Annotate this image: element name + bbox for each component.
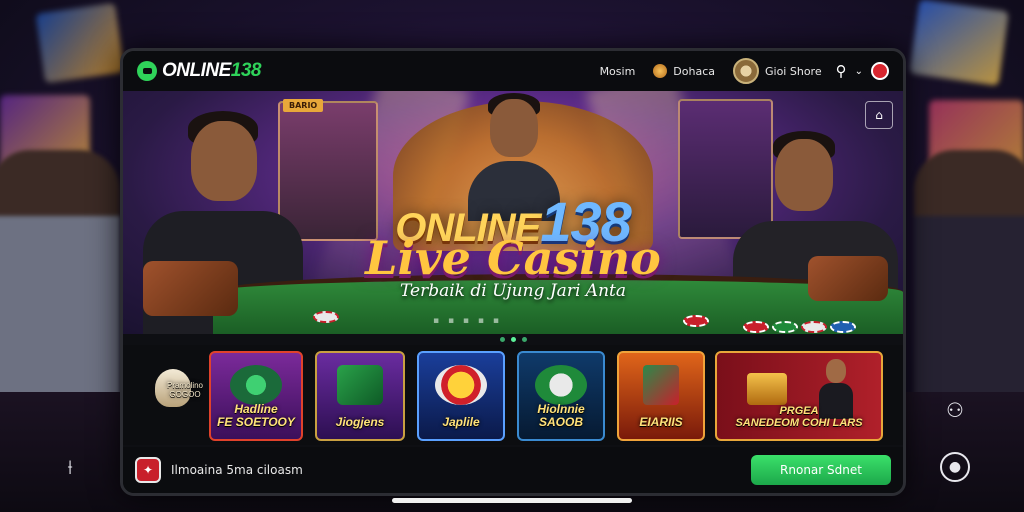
chip-stack [743,321,856,333]
nav-item-label: Gioi Shore [765,64,822,78]
share-icon[interactable]: ⚇ [940,395,970,425]
category-label: Japlile [442,414,480,429]
background-slot-screen [909,0,1009,86]
category-label: Hiolnnie SAOOB [537,401,585,429]
nav-item-mosim[interactable]: Mosim [600,65,636,78]
fullscreen-icon[interactable]: ⌂ [865,101,893,129]
search-icon[interactable]: ⚲ [836,62,847,80]
category-label: EIARIIS [639,414,683,429]
cards-icon [643,365,679,405]
home-indicator[interactable] [392,498,632,503]
nav-item-label: Dohaca [673,64,715,78]
category-tile[interactable]: Hadline FE SOETOOY [209,351,303,441]
category-tile[interactable]: Pramolino GOGOO [143,351,203,441]
hero-tagline: Terbaik di Ujung Jari Anta [400,281,626,301]
category-tile[interactable]: Jiogjens [315,351,405,441]
roulette-icon [230,365,282,405]
hero-banner[interactable]: ВАRIO ⌂ ▪ ▪ ▪ ▪ ▪ ONLINE138 Live Casino … [123,91,903,334]
cta-button[interactable]: Rnonar Sdnet [751,455,891,485]
coin-icon [653,64,668,78]
category-tile-featured[interactable]: PRGEA SANEDEOM COHI LARS [715,351,883,441]
promo-icon[interactable]: ✦ [135,457,161,483]
category-tile[interactable]: EIARIIS [617,351,705,441]
avatar-icon [733,58,759,84]
category-label: Hadline FE SOETOOY [217,401,295,429]
brand-name: ONLINE138 [162,60,261,81]
category-label: Jiogjens [335,414,385,429]
nav-item-label: Mosim [599,64,636,78]
chip-stack [313,311,339,323]
carousel-dots [123,337,903,342]
chip-icon [435,365,487,405]
app-window: ONLINE138 Mosim Dohaca Gioi Shore ⚲ ⌄ ВА… [120,48,906,496]
category-label: PRGEA SANEDEOM COHI LARS [735,404,863,429]
bottom-bar: ✦ Ilmoaina 5ma ciloasm Rnonar Sdnet [123,447,903,493]
carousel-dot[interactable] [499,337,505,342]
nav-item-dohaca[interactable]: Dohaca [653,64,715,78]
user-circle-icon[interactable]: ● [940,452,970,482]
card-table-icon [337,365,383,405]
table-marking: ▪ ▪ ▪ ▪ ▪ [433,316,502,326]
background-slot-screen [35,2,125,84]
chevron-down-icon[interactable]: ⌄ [855,66,863,77]
category-label: Pramolino GOGOO [166,381,203,399]
notification-icon[interactable] [871,62,889,80]
chip-stack [683,315,709,327]
category-tile[interactable]: Hiolnnie SAOOB [517,351,605,441]
game-categories: Pramolino GOGOO Hadline FE SOETOOY Jiogj… [123,345,903,445]
top-bar: ONLINE138 Mosim Dohaca Gioi Shore ⚲ ⌄ [123,51,903,91]
crown-chest-icon [747,373,787,405]
category-tile[interactable]: Japlile [417,351,505,441]
poker-chips-icon [535,365,587,405]
main-nav: Mosim Dohaca Gioi Shore [600,58,822,84]
split-icon[interactable]: ⟊ [55,452,85,482]
brand-logo[interactable]: ONLINE138 [137,60,261,82]
hero-subtitle: Live Casino [365,231,661,285]
bottom-bar-text: Ilmoaina 5ma ciloasm [171,463,303,477]
nav-item-gioi-shore[interactable]: Gioi Shore [733,58,822,84]
chat-logo-icon [137,61,157,81]
header-actions: ⚲ ⌄ [836,62,889,80]
carousel-dot[interactable] [521,337,527,342]
carousel-dot-active[interactable] [510,337,516,342]
